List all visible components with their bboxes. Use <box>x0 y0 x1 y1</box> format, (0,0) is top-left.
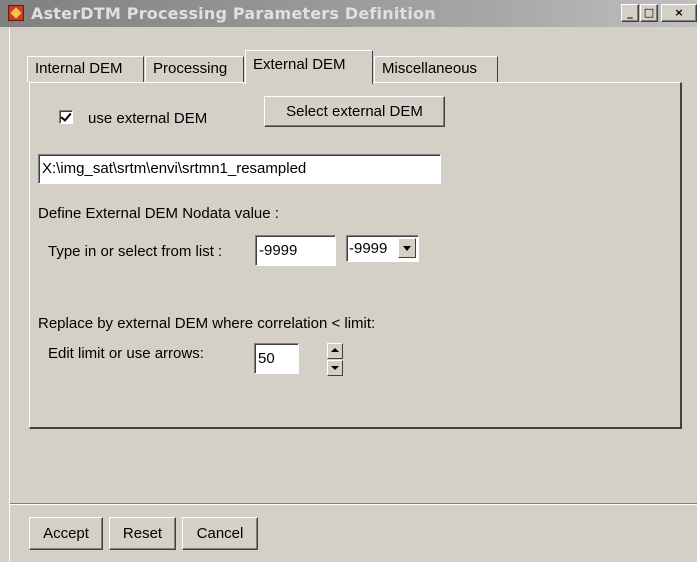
nodata-heading: Define External DEM Nodata value : <box>38 205 279 222</box>
limit-spin-down-button[interactable] <box>327 360 343 376</box>
limit-label: Edit limit or use arrows: <box>48 345 204 362</box>
limit-value-field[interactable]: 50 <box>254 343 299 374</box>
nodata-value-field[interactable]: -9999 <box>255 235 336 266</box>
window-title: AsterDTM Processing Parameters Definitio… <box>31 4 436 23</box>
tab-miscellaneous[interactable]: Miscellaneous <box>374 56 498 82</box>
close-button[interactable]: × <box>661 4 697 22</box>
tab-internal-dem[interactable]: Internal DEM <box>27 56 144 82</box>
footer-divider <box>10 503 697 505</box>
window-left-edge <box>9 28 10 562</box>
chevron-down-icon <box>403 246 411 251</box>
maximize-button[interactable]: □ <box>640 4 658 22</box>
cancel-button[interactable]: Cancel <box>182 517 258 550</box>
external-dem-path-field[interactable]: X:\img_sat\srtm\envi\srtmn1_resampled <box>38 154 441 184</box>
minimize-button[interactable]: _ <box>621 4 639 22</box>
nodata-dropdown-button[interactable] <box>398 238 416 258</box>
select-external-dem-button[interactable]: Select external DEM <box>264 96 445 127</box>
spin-up-icon <box>331 348 339 352</box>
spin-down-icon <box>331 366 339 370</box>
accept-button[interactable]: Accept <box>29 517 103 550</box>
tab-processing[interactable]: Processing <box>145 56 244 82</box>
use-external-dem-label: use external DEM <box>88 110 208 127</box>
tab-external-dem[interactable]: External DEM <box>245 50 373 84</box>
nodata-select-label: Type in or select from list : <box>48 243 223 260</box>
use-external-dem-checkbox[interactable] <box>59 110 73 124</box>
app-icon <box>8 5 24 21</box>
replace-heading: Replace by external DEM where correlatio… <box>38 315 376 332</box>
limit-spin-up-button[interactable] <box>327 343 343 359</box>
reset-button[interactable]: Reset <box>109 517 176 550</box>
title-bar[interactable]: AsterDTM Processing Parameters Definitio… <box>0 0 697 27</box>
